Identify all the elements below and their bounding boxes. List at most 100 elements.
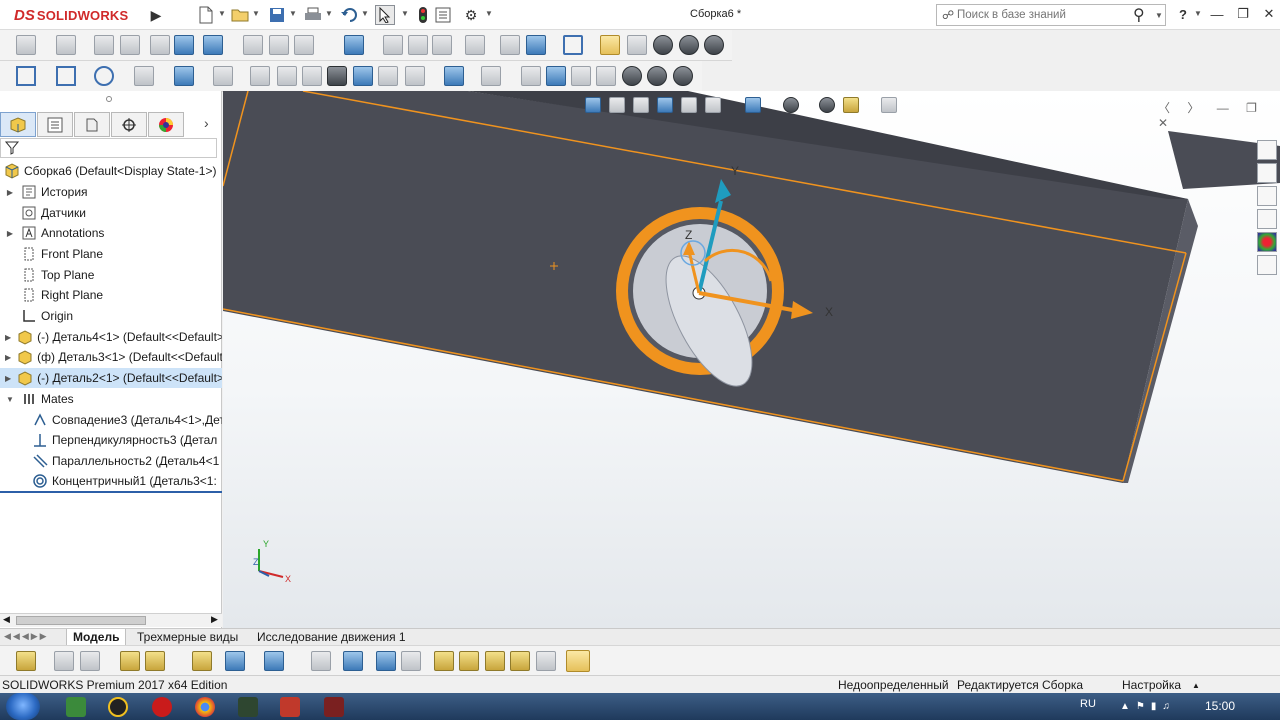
image-icon[interactable] xyxy=(353,66,373,86)
tile-right-icon[interactable]: 〉 xyxy=(1187,101,1199,115)
show-hidden-icon[interactable] xyxy=(203,35,223,55)
search-input[interactable] xyxy=(957,9,1127,21)
simplify-icon[interactable] xyxy=(536,651,556,671)
start-button[interactable] xyxy=(6,693,40,720)
rebuild-icon[interactable] xyxy=(413,5,433,25)
app-icon-document[interactable] xyxy=(324,697,344,717)
zoom-to-area-icon[interactable] xyxy=(609,97,625,113)
hide-show-items-icon[interactable] xyxy=(819,97,835,113)
tile-left-icon[interactable]: 〈 xyxy=(1158,101,1170,115)
tree-horizontal-scrollbar[interactable]: ◀ ▶ xyxy=(0,613,222,627)
sweep-icon[interactable] xyxy=(250,66,270,86)
appearances-icon[interactable] xyxy=(1257,232,1277,252)
menu-expand-icon[interactable]: ▶ xyxy=(146,5,166,25)
file-properties-icon[interactable] xyxy=(433,5,453,25)
tree-item-top-plane[interactable]: Top Plane xyxy=(0,265,222,285)
view-selector-icon[interactable] xyxy=(705,97,721,113)
isolate-icon[interactable] xyxy=(192,651,212,671)
mate-icon[interactable] xyxy=(56,35,76,55)
tray-icons[interactable]: ▲⚑▮♫ xyxy=(1120,701,1176,712)
select-cursor-icon[interactable] xyxy=(375,5,395,25)
tree-item-annotations[interactable]: ▶ Annotations xyxy=(0,223,222,243)
camera-icon[interactable] xyxy=(327,66,347,86)
move-component-icon[interactable] xyxy=(174,35,194,55)
insert-component-icon[interactable] xyxy=(16,651,36,671)
tab-scroll-arrows-icon[interactable]: ◀◀◀▶▶ xyxy=(4,631,49,642)
chevron-right-icon[interactable]: › xyxy=(204,115,209,131)
fillet-icon[interactable] xyxy=(546,66,566,86)
search-icon[interactable]: ⚲ xyxy=(1133,5,1145,25)
open-folder-icon[interactable] xyxy=(230,5,250,25)
mate-coincident[interactable]: Совпадение3 (Деталь4<1>,Дет xyxy=(0,410,222,430)
graphics-area[interactable]: Y Z X Y Z X 〈 〉 — ❐ ✕ xyxy=(223,91,1280,629)
minimize-icon[interactable]: — xyxy=(1206,4,1228,24)
language-indicator[interactable]: RU xyxy=(1080,698,1096,710)
update-speedpak-icon[interactable] xyxy=(627,35,647,55)
app-icon-opera[interactable] xyxy=(152,697,172,717)
viewport-minimize-icon[interactable]: — xyxy=(1217,101,1229,115)
app-icon-solidworks[interactable] xyxy=(280,697,300,717)
tree-item-part2[interactable]: ▶ (-) Деталь2<1> (Default<<Default> xyxy=(0,368,222,388)
tree-item-mates[interactable]: ▼ Mates xyxy=(0,389,222,409)
expand-arrow-icon[interactable]: ▶ xyxy=(5,229,15,238)
smart-mate-icon[interactable] xyxy=(434,651,454,671)
take-snapshot-icon[interactable] xyxy=(653,35,673,55)
home-icon[interactable] xyxy=(1257,140,1277,160)
assembly-features-icon[interactable] xyxy=(243,35,263,55)
display-style-icon[interactable] xyxy=(444,66,464,86)
chevron-down-icon[interactable]: ▼ xyxy=(252,9,260,18)
curve-icon[interactable] xyxy=(563,35,583,55)
restore-icon[interactable]: ❐ xyxy=(1232,4,1254,24)
expand-arrow-icon[interactable]: ▶ xyxy=(5,333,11,342)
tab-property-manager[interactable] xyxy=(37,112,73,137)
mate-reference-icon[interactable] xyxy=(264,651,284,671)
tree-item-sensors[interactable]: Датчики xyxy=(0,203,222,223)
extrude-icon[interactable] xyxy=(174,66,194,86)
tree-rollback-bar[interactable] xyxy=(0,491,222,493)
tree-item-history[interactable]: ▶ История xyxy=(0,182,222,202)
shell-icon[interactable] xyxy=(596,66,616,86)
pattern-icon[interactable] xyxy=(481,66,501,86)
move-icon[interactable] xyxy=(376,651,396,671)
attach-icon[interactable] xyxy=(54,651,74,671)
help-button[interactable]: ? xyxy=(1172,4,1194,24)
arc-icon[interactable] xyxy=(134,66,154,86)
rotate-icon[interactable] xyxy=(401,651,421,671)
app-icon-spreadsheet[interactable] xyxy=(66,697,86,717)
hide-components-icon[interactable] xyxy=(145,651,165,671)
mate-icon[interactable] xyxy=(80,651,100,671)
subassembly-icon[interactable] xyxy=(510,651,530,671)
tree-item-part4[interactable]: ▶ (-) Деталь4<1> (Default<<Default> xyxy=(0,327,222,347)
line-icon[interactable] xyxy=(16,66,36,86)
viewport-restore-icon[interactable]: ❐ xyxy=(1246,101,1257,115)
envelope-icon[interactable] xyxy=(485,651,505,671)
interference-detection-icon[interactable] xyxy=(432,35,452,55)
tab-motion-study[interactable]: Исследование движения 1 xyxy=(251,629,412,646)
hide-show-icon[interactable] xyxy=(405,66,425,86)
chevron-down-icon[interactable]: ▼ xyxy=(401,9,409,18)
expand-arrow-icon[interactable]: ▶ xyxy=(5,374,11,383)
knowledge-base-search[interactable]: ☍ ⚲ ▼ xyxy=(936,4,1166,26)
previous-view-icon[interactable] xyxy=(633,97,649,113)
view-palette-icon[interactable] xyxy=(1257,209,1277,229)
section-view-icon[interactable] xyxy=(378,66,398,86)
check-icon[interactable] xyxy=(311,651,331,671)
chevron-down-icon[interactable]: ▼ xyxy=(1155,11,1163,20)
chevron-down-icon[interactable]: ▼ xyxy=(361,9,369,18)
expand-arrow-icon[interactable]: ▶ xyxy=(5,188,15,197)
print-icon[interactable] xyxy=(303,5,323,25)
display-style-icon[interactable] xyxy=(783,97,799,113)
chevron-down-icon[interactable]: ▼ xyxy=(218,9,226,18)
tab-model[interactable]: Модель xyxy=(66,629,127,646)
linear-pattern-icon[interactable] xyxy=(120,35,140,55)
filter-bar[interactable] xyxy=(0,138,217,158)
trim-icon[interactable] xyxy=(302,66,322,86)
clock[interactable]: 15:00 xyxy=(1205,699,1235,713)
tree-item-right-plane[interactable]: Right Plane xyxy=(0,285,222,305)
design-library-icon[interactable] xyxy=(1257,163,1277,183)
tab-feature-tree[interactable] xyxy=(0,112,36,137)
edit-part-icon[interactable] xyxy=(120,651,140,671)
mate-parallel[interactable]: Параллельность2 (Деталь4<1 xyxy=(0,451,222,471)
mirror-icon[interactable] xyxy=(277,66,297,86)
large-assembly-mode-icon[interactable] xyxy=(679,35,699,55)
